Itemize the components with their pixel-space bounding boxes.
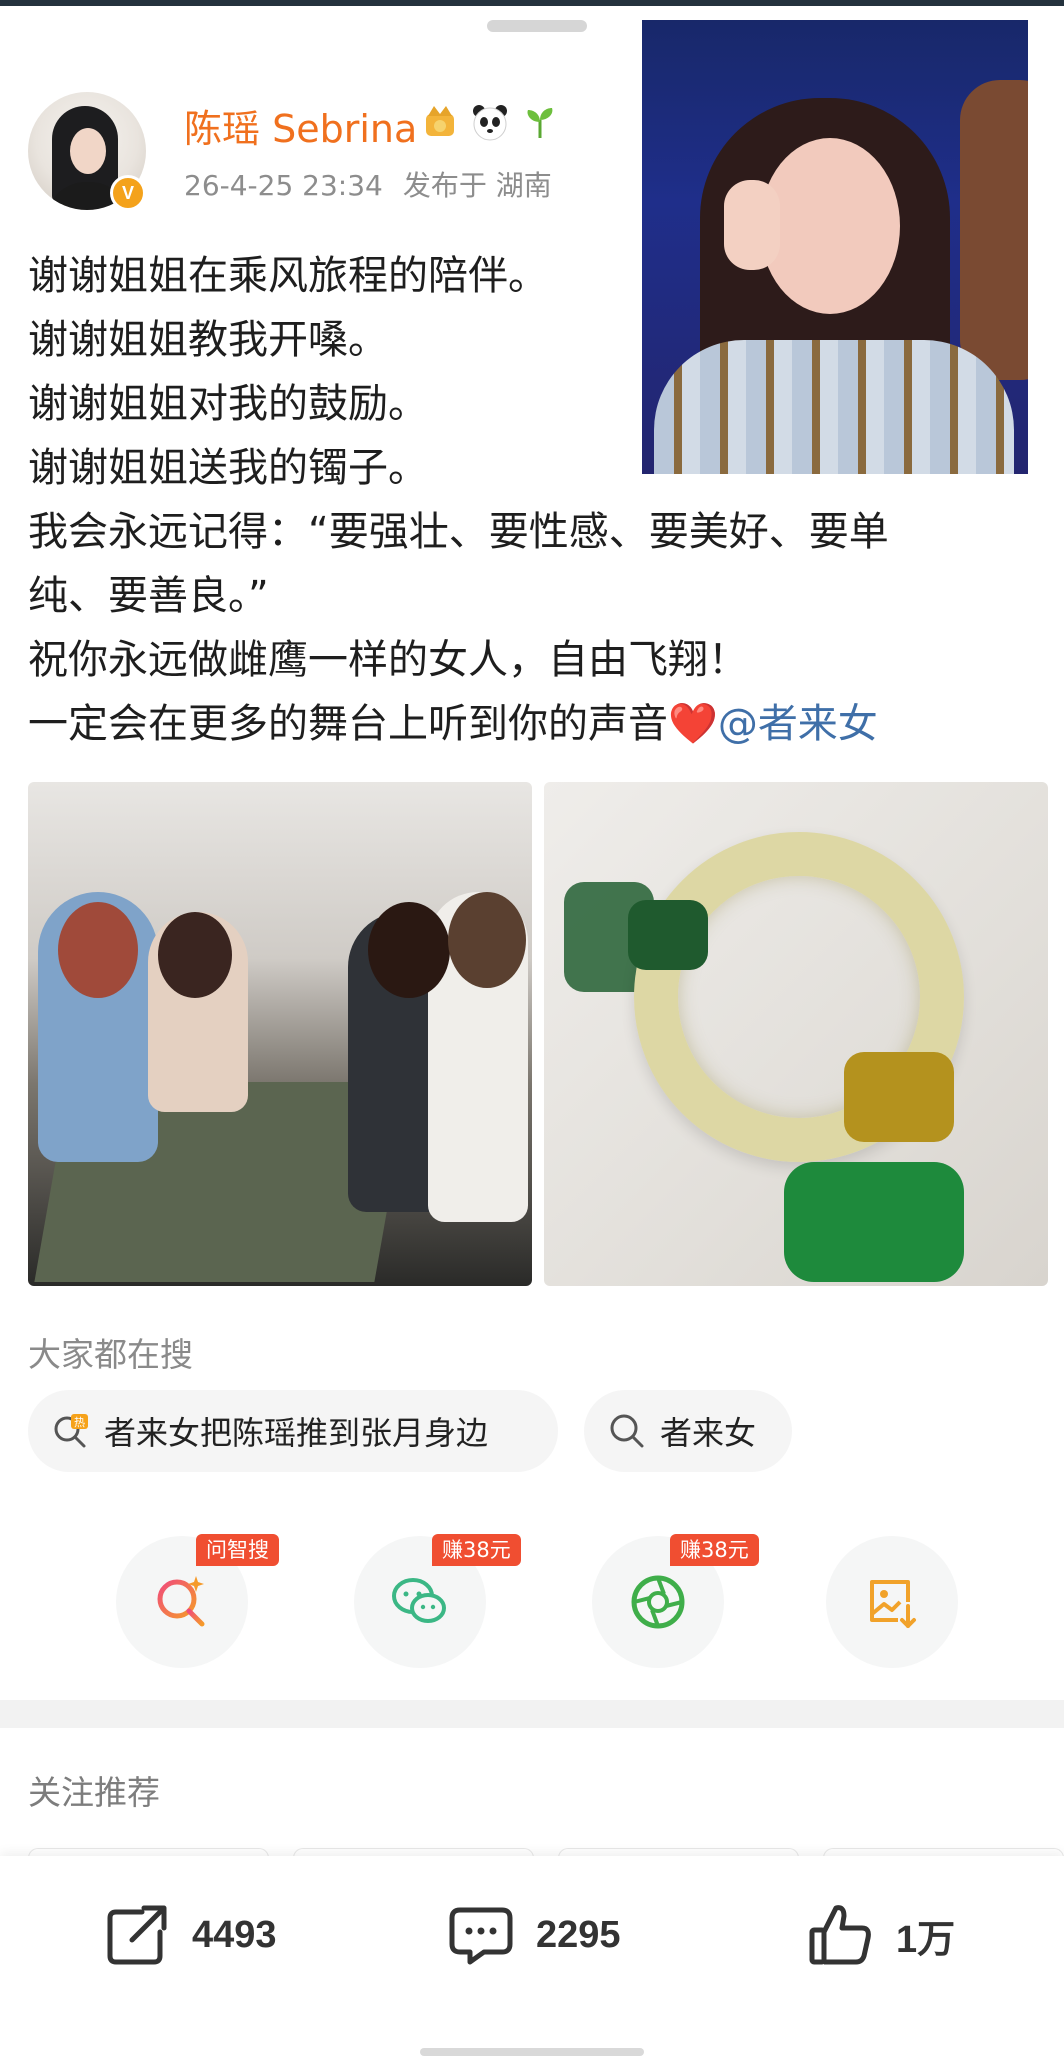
sheet-grabber[interactable] bbox=[487, 20, 587, 32]
wechat-icon bbox=[392, 1578, 446, 1623]
photo-head bbox=[158, 912, 232, 998]
photo-head bbox=[368, 902, 450, 998]
photo-green-knot bbox=[628, 900, 708, 970]
like-count: 1万 bbox=[896, 1918, 956, 1961]
save-image-icon bbox=[870, 1580, 916, 1628]
post-line: 我会永远记得：“要强壮、要性感、要美好、要单 bbox=[28, 509, 889, 555]
username[interactable]: 陈瑶 Sebrina bbox=[184, 98, 417, 153]
photo-green-tassel bbox=[784, 1162, 964, 1282]
share-button[interactable]: 4493 bbox=[102, 1900, 277, 1970]
action-tag: 问智搜 bbox=[196, 1534, 279, 1566]
heart-emoji: ❤️ bbox=[668, 701, 718, 747]
comment-count: 2295 bbox=[536, 1913, 621, 1956]
mention-link[interactable]: @者来女 bbox=[718, 701, 878, 747]
post-line: 谢谢姐姐教我开嗓。 bbox=[28, 317, 388, 363]
save-image-button[interactable] bbox=[826, 1536, 958, 1668]
post-line: 祝你永远做雌鹰一样的女人，自由飞翔！ bbox=[28, 637, 748, 683]
like-icon bbox=[809, 1905, 871, 1965]
avatar-face bbox=[70, 128, 106, 174]
search-icon bbox=[610, 1414, 644, 1448]
moments-icon bbox=[631, 1575, 685, 1629]
post-line: 纯、要善良。” bbox=[28, 573, 269, 619]
home-indicator[interactable] bbox=[420, 2048, 644, 2056]
crown-icon bbox=[426, 106, 454, 136]
trending-search-label: 者来女把陈瑶推到张月身边 bbox=[104, 1414, 489, 1452]
post-line: 一定会在更多的舞台上听到你的声音 bbox=[28, 701, 668, 747]
post-line: 谢谢姐姐对我的鼓励。 bbox=[28, 381, 428, 427]
post-location: 发布于 湖南 bbox=[402, 169, 552, 202]
panda-icon bbox=[473, 105, 507, 141]
trending-search-label: 者来女 bbox=[660, 1414, 757, 1452]
action-tag: 赚38元 bbox=[432, 1534, 521, 1566]
post-time: 26-4-25 23:34 bbox=[184, 169, 383, 202]
verified-badge: V bbox=[110, 175, 146, 211]
share-icon bbox=[107, 1905, 167, 1965]
follow-recommend-title: 关注推荐 bbox=[28, 1773, 160, 1812]
ai-search-icon bbox=[157, 1576, 205, 1627]
comment-button[interactable]: 2295 bbox=[446, 1900, 621, 1970]
hot-search-icon: 热 bbox=[54, 1414, 88, 1448]
photo-head bbox=[58, 902, 138, 998]
trending-search-pill[interactable]: 热 者来女把陈瑶推到张月身边 bbox=[28, 1390, 558, 1472]
photo-bracelet[interactable] bbox=[544, 782, 1048, 1286]
trending-search-pill[interactable]: 者来女 bbox=[584, 1390, 792, 1472]
post-meta: 26-4-25 23:34 发布于 湖南 bbox=[184, 164, 552, 204]
post-body: 谢谢姐姐在乘风旅程的陪伴。 谢谢姐姐教我开嗓。 谢谢姐姐对我的鼓励。 谢谢姐姐送… bbox=[28, 244, 998, 756]
name-emoji-group bbox=[420, 102, 560, 142]
trending-search-title: 大家都在搜 bbox=[28, 1335, 193, 1374]
comment-icon bbox=[449, 1907, 513, 1965]
svg-text:热: 热 bbox=[74, 1416, 85, 1429]
sprout-icon bbox=[527, 108, 553, 138]
section-divider bbox=[0, 1700, 1064, 1728]
status-strip bbox=[0, 0, 1064, 6]
share-count: 4493 bbox=[192, 1913, 277, 1956]
post-line: 谢谢姐姐送我的镯子。 bbox=[28, 445, 428, 491]
like-button[interactable]: 1万 bbox=[806, 1900, 955, 1970]
post-line: 谢谢姐姐在乘风旅程的陪伴。 bbox=[28, 253, 548, 299]
action-tag: 赚38元 bbox=[670, 1534, 759, 1566]
photo-head bbox=[448, 892, 526, 988]
photo-yellow-knot bbox=[844, 1052, 954, 1142]
post-last-line: 一定会在更多的舞台上听到你的声音❤️@者来女 bbox=[28, 692, 998, 756]
photo-group-dinner[interactable] bbox=[28, 782, 532, 1286]
